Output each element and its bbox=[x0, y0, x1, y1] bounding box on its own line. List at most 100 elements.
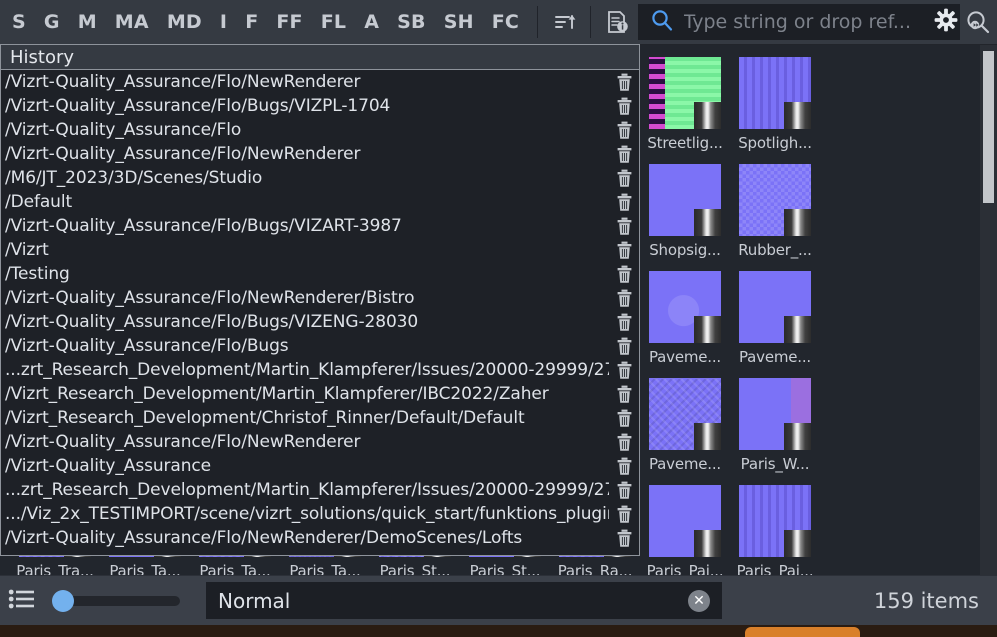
history-dropdown-panel[interactable]: History /Vizrt-Quality_Assurance/Flo/New… bbox=[0, 44, 640, 556]
trash-icon[interactable] bbox=[609, 433, 639, 452]
filter-f-button[interactable]: F bbox=[236, 0, 267, 45]
list-view-icon[interactable] bbox=[8, 586, 38, 616]
history-list-item[interactable]: /Vizrt-Quality_Assurance bbox=[1, 454, 639, 478]
trash-icon[interactable] bbox=[609, 529, 639, 548]
history-list-item[interactable]: /Vizrt-Quality_Assurance/Flo/Bugs/VIZENG… bbox=[1, 310, 639, 334]
filter-i-button[interactable]: I bbox=[211, 0, 236, 45]
thumbnail-image[interactable] bbox=[649, 485, 721, 557]
gear-icon[interactable] bbox=[933, 7, 959, 37]
thumbnail-cell[interactable]: Paveme... bbox=[640, 378, 730, 473]
active-tab-indicator[interactable] bbox=[745, 627, 860, 637]
filter-fc-button[interactable]: FC bbox=[483, 0, 528, 45]
thumbnail-image[interactable] bbox=[739, 378, 811, 450]
item-count-label: 159 items bbox=[873, 588, 979, 613]
history-list-item[interactable]: /Vizrt bbox=[1, 238, 639, 262]
material-sphere-swatch bbox=[784, 102, 811, 129]
thumbnail-image[interactable] bbox=[739, 485, 811, 557]
trash-icon[interactable] bbox=[609, 241, 639, 260]
history-list-item[interactable]: /Vizrt-Quality_Assurance/Flo/NewRenderer bbox=[1, 70, 639, 94]
thumbnail-cell[interactable]: Paris_Pai... bbox=[640, 485, 730, 575]
thumbnail-image[interactable] bbox=[649, 271, 721, 343]
thumbnail-cell[interactable]: Paveme... bbox=[730, 271, 820, 366]
search-preview-icon[interactable] bbox=[960, 0, 997, 45]
thumbnail-label: Paris_Tra... bbox=[16, 562, 94, 575]
trash-icon[interactable] bbox=[609, 313, 639, 332]
history-list-item[interactable]: ...zrt_Research_Development/Martin_Klamp… bbox=[1, 358, 639, 382]
history-item-path: /Testing bbox=[5, 264, 70, 284]
grid-scrollbar-thumb[interactable] bbox=[983, 51, 994, 203]
trash-icon[interactable] bbox=[609, 481, 639, 500]
trash-icon[interactable] bbox=[609, 73, 639, 92]
thumbnail-label: Streetlig... bbox=[647, 134, 723, 152]
history-item-path: /Vizrt-Quality_Assurance/Flo/NewRenderer… bbox=[5, 288, 415, 308]
filter-ma-button[interactable]: MA bbox=[106, 0, 158, 45]
thumbnail-size-slider[interactable] bbox=[52, 589, 180, 612]
thumbnail-image[interactable] bbox=[739, 164, 811, 236]
trash-icon[interactable] bbox=[609, 361, 639, 380]
history-list-item[interactable]: /Vizrt-Quality_Assurance/Flo/NewRenderer bbox=[1, 142, 639, 166]
trash-icon[interactable] bbox=[609, 121, 639, 140]
trash-icon[interactable] bbox=[609, 385, 639, 404]
thumbnail-image[interactable] bbox=[739, 57, 811, 129]
filter-g-button[interactable]: G bbox=[35, 0, 69, 45]
thumbnail-image[interactable] bbox=[649, 378, 721, 450]
thumbnail-cell[interactable]: Spotligh... bbox=[730, 57, 820, 152]
history-list[interactable]: /Vizrt-Quality_Assurance/Flo/NewRenderer… bbox=[1, 70, 639, 555]
trash-icon[interactable] bbox=[609, 409, 639, 428]
trash-icon[interactable] bbox=[609, 337, 639, 356]
history-list-item[interactable]: /Vizrt-Quality_Assurance/Flo bbox=[1, 118, 639, 142]
history-list-item[interactable]: /Vizrt-Quality_Assurance/Flo/Bugs/VIZART… bbox=[1, 214, 639, 238]
history-list-item[interactable]: /Vizrt-Quality_Assurance/Flo/NewRenderer… bbox=[1, 286, 639, 310]
history-item-path: /Default bbox=[5, 192, 73, 212]
thumbnail-cell[interactable]: Paris_Pai... bbox=[730, 485, 820, 575]
history-list-item[interactable]: /M6/JT_2023/3D/Scenes/Studio bbox=[1, 166, 639, 190]
filter-m-button[interactable]: M bbox=[69, 0, 106, 45]
thumbnail-cell[interactable]: Paris_W... bbox=[730, 378, 820, 473]
texture-channel-filter-field[interactable]: Normal ✕ bbox=[206, 582, 722, 619]
thumbnail-cell[interactable]: Shopsig... bbox=[640, 164, 730, 259]
thumbnail-image[interactable] bbox=[739, 271, 811, 343]
history-list-item[interactable]: /Vizrt-Quality_Assurance/Flo/Bugs bbox=[1, 334, 639, 358]
thumbnail-image[interactable] bbox=[649, 164, 721, 236]
history-list-item[interactable]: /Vizrt-Quality_Assurance/Flo/NewRenderer… bbox=[1, 526, 639, 550]
trash-icon[interactable] bbox=[609, 457, 639, 476]
search-input[interactable] bbox=[683, 11, 927, 33]
trash-icon[interactable] bbox=[609, 505, 639, 524]
history-list-item[interactable]: /Testing bbox=[1, 262, 639, 286]
history-list-item[interactable]: .../Viz_2x_TESTIMPORT/scene/vizrt_soluti… bbox=[1, 502, 639, 526]
thumbnail-label: Paris_Ta... bbox=[289, 562, 361, 575]
history-list-item[interactable]: /Vizrt-Quality_Assurance/Flo/NewRenderer bbox=[1, 430, 639, 454]
filter-sb-button[interactable]: SB bbox=[388, 0, 435, 45]
filter-a-button[interactable]: A bbox=[355, 0, 388, 45]
grid-vertical-scrollbar[interactable] bbox=[980, 45, 997, 575]
trash-icon[interactable] bbox=[609, 169, 639, 188]
clear-x-icon[interactable]: ✕ bbox=[688, 589, 710, 612]
trash-icon[interactable] bbox=[609, 97, 639, 116]
filter-sh-button[interactable]: SH bbox=[435, 0, 483, 45]
history-list-item[interactable]: ...zrt_Research_Development/Martin_Klamp… bbox=[1, 478, 639, 502]
filter-fl-button[interactable]: FL bbox=[312, 0, 356, 45]
history-list-item[interactable]: /Default bbox=[1, 190, 639, 214]
trash-icon[interactable] bbox=[609, 193, 639, 212]
search-field[interactable] bbox=[637, 4, 960, 40]
material-sphere-swatch bbox=[694, 102, 721, 129]
sort-ascending-icon[interactable] bbox=[547, 0, 581, 45]
thumbnail-label: Paris_St... bbox=[469, 562, 541, 575]
thumbnail-cell[interactable]: Streetlig... bbox=[640, 57, 730, 152]
trash-icon[interactable] bbox=[609, 217, 639, 236]
thumbnail-cell[interactable]: Paveme... bbox=[640, 271, 730, 366]
trash-icon[interactable] bbox=[609, 145, 639, 164]
thumbnail-cell[interactable]: Rubber_... bbox=[730, 164, 820, 259]
history-list-item[interactable]: /Vizrt-Quality_Assurance/Flo/Bugs/VIZPL-… bbox=[1, 94, 639, 118]
trash-icon[interactable] bbox=[609, 265, 639, 284]
filter-s-button[interactable]: S bbox=[0, 0, 35, 45]
history-list-item[interactable]: /Vizrt_Research_Development/Martin_Klamp… bbox=[1, 382, 639, 406]
thumbnail-size-slider-knob[interactable] bbox=[52, 589, 74, 612]
trash-icon[interactable] bbox=[609, 289, 639, 308]
filter-md-button[interactable]: MD bbox=[158, 0, 211, 45]
document-info-icon[interactable] bbox=[600, 0, 634, 45]
filter-ff-button[interactable]: FF bbox=[267, 0, 311, 45]
history-list-item[interactable]: /Vizrt_Research_Development/Christof_Rin… bbox=[1, 406, 639, 430]
history-item-path: .../Viz_2x_TESTIMPORT/scene/vizrt_soluti… bbox=[5, 504, 609, 524]
thumbnail-image[interactable] bbox=[649, 57, 721, 129]
